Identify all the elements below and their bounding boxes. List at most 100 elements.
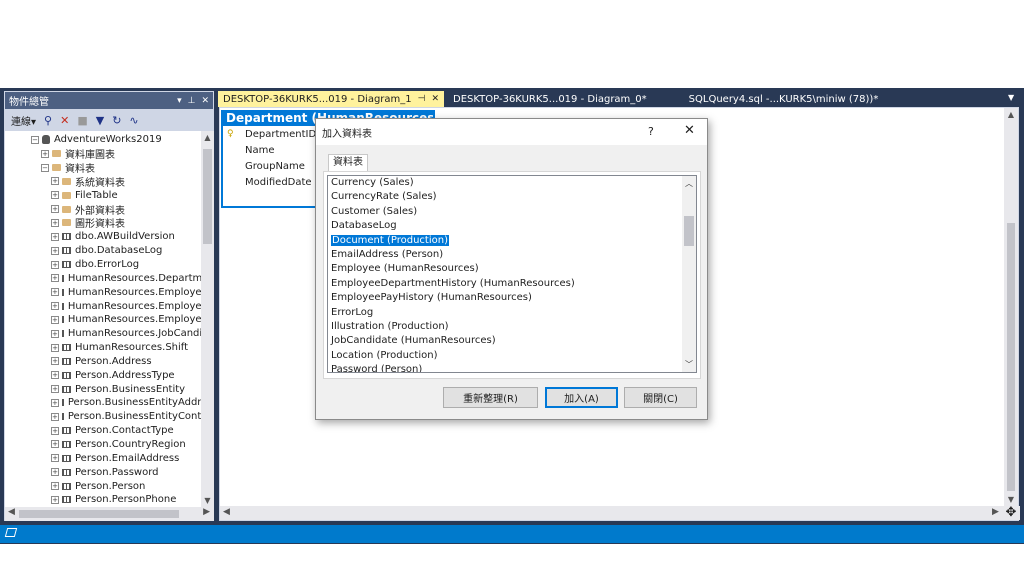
scroll-thumb[interactable] bbox=[19, 510, 179, 518]
expand-icon[interactable]: + bbox=[51, 232, 59, 241]
tables-listbox[interactable]: Currency (Sales) CurrencyRate (Sales) Cust… bbox=[327, 175, 697, 373]
filter-icon[interactable]: ▼ bbox=[96, 114, 104, 127]
tree-node[interactable]: + Person.Address bbox=[5, 355, 201, 369]
expand-icon[interactable]: + bbox=[51, 385, 59, 394]
list-item[interactable]: Location (Production) bbox=[328, 349, 696, 363]
expand-icon[interactable]: + bbox=[51, 274, 59, 283]
list-item[interactable]: Illustration (Production) bbox=[328, 320, 696, 334]
list-item[interactable]: Password (Person) bbox=[328, 363, 696, 372]
tree-node[interactable]: + Person.ContactType bbox=[5, 424, 201, 438]
scroll-down-icon[interactable]: ﹀ bbox=[682, 359, 696, 370]
tree-node[interactable]: + dbo.ErrorLog bbox=[5, 258, 201, 272]
dialog-close-icon[interactable]: ✕ bbox=[684, 123, 695, 138]
scroll-thumb[interactable] bbox=[684, 216, 694, 246]
close-icon[interactable]: ✕ bbox=[201, 96, 209, 106]
tab-sqlquery4[interactable]: SQLQuery4.sql -...KURK5\miniw (78))* bbox=[684, 91, 884, 107]
object-explorer-horizontal-scrollbar[interactable]: ◀ ▶ bbox=[5, 507, 214, 521]
tree-node[interactable]: + HumanResources.Departme bbox=[5, 271, 201, 285]
panel-menu-icon[interactable]: ▾ bbox=[177, 96, 182, 106]
expand-icon[interactable]: + bbox=[51, 398, 59, 407]
scroll-thumb[interactable] bbox=[1007, 223, 1015, 491]
tree-node[interactable]: − AdventureWorks2019 bbox=[5, 133, 201, 147]
expand-icon[interactable]: + bbox=[51, 495, 59, 504]
collapse-icon[interactable]: − bbox=[41, 163, 49, 172]
expand-icon[interactable]: + bbox=[51, 482, 59, 491]
expand-icon[interactable]: + bbox=[51, 468, 59, 477]
tree-node[interactable]: + Person.Password bbox=[5, 465, 201, 479]
tree-node[interactable]: + HumanResources.Shift bbox=[5, 341, 201, 355]
tree-node[interactable]: + Person.BusinessEntityAddres bbox=[5, 396, 201, 410]
pin-icon[interactable]: ⊥ bbox=[188, 96, 196, 106]
expand-icon[interactable]: + bbox=[51, 412, 59, 421]
scroll-left-icon[interactable]: ◀ bbox=[8, 507, 15, 517]
listbox-scrollbar[interactable]: ︿ ﹀ bbox=[682, 176, 696, 372]
object-explorer-vertical-scrollbar[interactable]: ▲ ▼ bbox=[201, 131, 214, 507]
add-button[interactable]: 加入(A) bbox=[545, 387, 618, 408]
help-icon[interactable]: ? bbox=[648, 125, 654, 138]
scroll-right-icon[interactable]: ▶ bbox=[203, 507, 210, 517]
list-item[interactable]: JobCandidate (HumanResources) bbox=[328, 334, 696, 348]
tree-node[interactable]: + HumanResources.Employee bbox=[5, 285, 201, 299]
expand-icon[interactable]: + bbox=[51, 343, 59, 352]
stop-icon[interactable]: ■ bbox=[77, 114, 87, 127]
tree-node[interactable]: + HumanResources.EmployeeI bbox=[5, 313, 201, 327]
tree-node[interactable]: + 資料庫圖表 bbox=[5, 147, 201, 161]
pan-move-icon[interactable]: ✥ bbox=[1004, 506, 1018, 520]
tab-tables[interactable]: 資料表 bbox=[328, 154, 368, 171]
expand-icon[interactable]: + bbox=[51, 218, 59, 227]
expand-icon[interactable]: + bbox=[51, 371, 59, 380]
expand-icon[interactable]: + bbox=[51, 246, 59, 255]
tree-node[interactable]: + dbo.AWBuildVersion bbox=[5, 230, 201, 244]
scroll-down-icon[interactable]: ▼ bbox=[1004, 495, 1018, 504]
scroll-down-icon[interactable]: ▼ bbox=[201, 496, 214, 505]
expand-icon[interactable]: + bbox=[51, 177, 59, 186]
tree-node[interactable]: + Person.PersonPhone bbox=[5, 493, 201, 507]
tree-node[interactable]: − 資料表 bbox=[5, 161, 201, 175]
scroll-left-icon[interactable]: ◀ bbox=[223, 507, 230, 517]
expand-icon[interactable]: + bbox=[51, 440, 59, 449]
refresh-icon[interactable]: ↻ bbox=[112, 114, 121, 127]
tree-node[interactable]: + dbo.DatabaseLog bbox=[5, 244, 201, 258]
diagram-horizontal-scrollbar[interactable]: ◀ ▶ bbox=[220, 506, 1020, 520]
tree-node[interactable]: + HumanResources.JobCandid bbox=[5, 327, 201, 341]
scroll-up-icon[interactable]: ▲ bbox=[1004, 110, 1018, 119]
expand-icon[interactable]: + bbox=[51, 302, 59, 311]
tree-node[interactable]: + 系統資料表 bbox=[5, 175, 201, 189]
list-item[interactable]: Customer (Sales) bbox=[328, 205, 696, 219]
expand-icon[interactable]: + bbox=[51, 426, 59, 435]
tree-node[interactable]: + Person.AddressType bbox=[5, 368, 201, 382]
tree-node[interactable]: + FileTable bbox=[5, 188, 201, 202]
scroll-thumb[interactable] bbox=[203, 149, 212, 244]
tree-node[interactable]: + 外部資料表 bbox=[5, 202, 201, 217]
tree-node[interactable]: + Person.CountryRegion bbox=[5, 438, 201, 452]
list-item[interactable]: Document (Production) bbox=[328, 234, 696, 248]
collapse-icon[interactable]: − bbox=[31, 135, 39, 144]
pin-icon[interactable]: ⊣ bbox=[418, 94, 426, 104]
activity-monitor-icon[interactable]: ∿ bbox=[129, 114, 138, 127]
scroll-right-icon[interactable]: ▶ bbox=[992, 507, 999, 517]
refresh-button[interactable]: 重新整理(R) bbox=[443, 387, 538, 408]
diagram-vertical-scrollbar[interactable]: ▲ ▼ bbox=[1004, 108, 1018, 506]
scroll-up-icon[interactable]: ︿ bbox=[682, 178, 696, 189]
list-item[interactable]: Employee (HumanResources) bbox=[328, 262, 696, 276]
tree-node[interactable]: + Person.BusinessEntity bbox=[5, 382, 201, 396]
list-item[interactable]: CurrencyRate (Sales) bbox=[328, 190, 696, 204]
list-item[interactable]: EmployeeDepartmentHistory (HumanResource… bbox=[328, 277, 696, 291]
tab-list-dropdown-icon[interactable]: ▼ bbox=[1008, 93, 1014, 102]
connect-plug-icon[interactable]: ⚲ bbox=[44, 114, 52, 127]
tab-diagram-1[interactable]: DESKTOP-36KURK5...019 - Diagram_1 ⊣ ✕ bbox=[218, 91, 445, 107]
tree-node[interactable]: + HumanResources.EmployeeI bbox=[5, 299, 201, 313]
expand-icon[interactable]: + bbox=[51, 454, 59, 463]
list-item[interactable]: Currency (Sales) bbox=[328, 176, 696, 190]
close-tab-icon[interactable]: ✕ bbox=[431, 94, 439, 104]
disconnect-icon[interactable]: ✕ bbox=[60, 114, 69, 127]
list-item[interactable]: EmailAddress (Person) bbox=[328, 248, 696, 262]
tree-node[interactable]: + Person.BusinessEntityContac bbox=[5, 410, 201, 424]
expand-icon[interactable]: + bbox=[51, 260, 59, 269]
tree-node[interactable]: + 圖形資料表 bbox=[5, 216, 201, 230]
list-item[interactable]: DatabaseLog bbox=[328, 219, 696, 233]
expand-icon[interactable]: + bbox=[51, 205, 59, 214]
list-item[interactable]: EmployeePayHistory (HumanResources) bbox=[328, 291, 696, 305]
expand-icon[interactable]: + bbox=[51, 191, 59, 200]
close-button[interactable]: 關閉(C) bbox=[624, 387, 697, 408]
